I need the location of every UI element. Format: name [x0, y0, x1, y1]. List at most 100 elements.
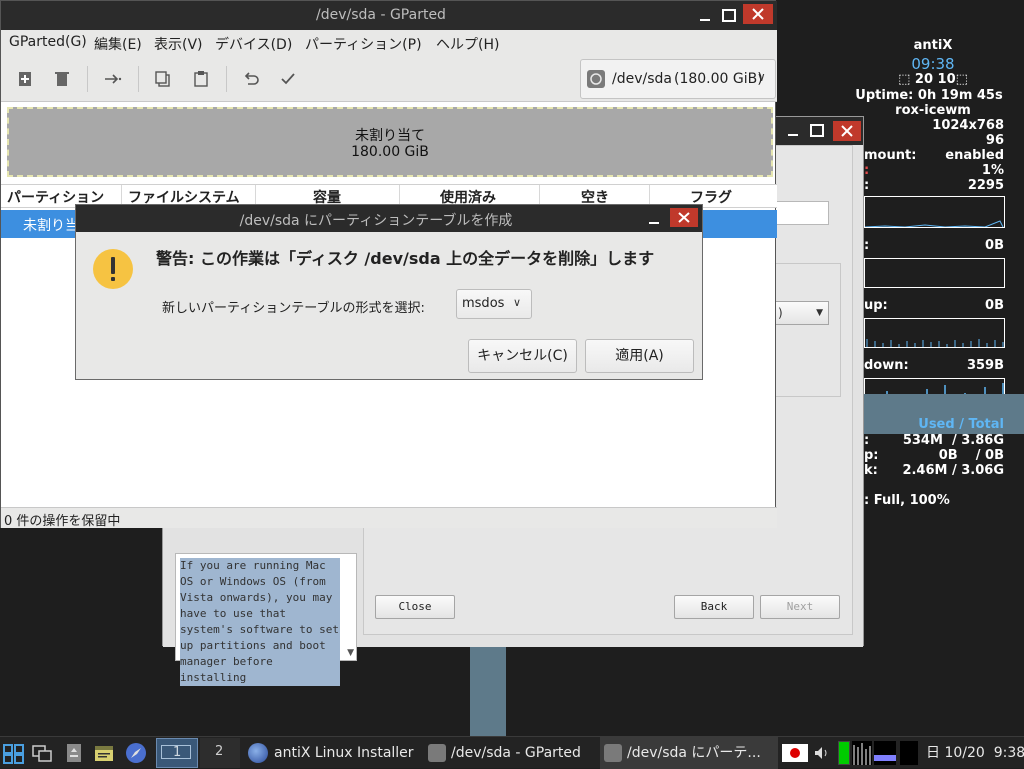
- conky-cpu-value: 1%: [981, 163, 1004, 178]
- toolbar-separator: [226, 66, 227, 92]
- conky-freq-value: 2295: [967, 178, 1004, 193]
- menu-gparted[interactable]: GParted(G): [9, 34, 87, 50]
- conky-resolution: 1024x768: [932, 118, 1004, 133]
- desktop-strip: [470, 645, 506, 737]
- conky-dpi: 96: [985, 133, 1004, 148]
- start-menu-icon[interactable]: [2, 741, 26, 765]
- maximize-icon[interactable]: [805, 122, 829, 140]
- next-button[interactable]: Next: [760, 595, 840, 619]
- mem-monitor-fill: [874, 755, 896, 761]
- workspace-2-label: 2: [215, 744, 224, 759]
- new-partition-icon[interactable]: [13, 67, 37, 91]
- conky-used-total: Used / Total: [918, 417, 1004, 432]
- device-size: (180.00 GiB): [674, 71, 763, 87]
- toolbar: /dev/sda (180.00 GiB) ∨: [1, 56, 777, 102]
- gparted-titlebar[interactable]: /dev/sda - GParted: [1, 1, 777, 30]
- paste-icon[interactable]: [189, 67, 213, 91]
- back-button[interactable]: Back: [674, 595, 754, 619]
- table-type-select[interactable]: msdos ∨: [456, 289, 532, 319]
- warning-icon: [92, 248, 134, 290]
- conky-uptime: Uptime: 0h 19m 45s: [855, 88, 1003, 103]
- conky-down-label: down:: [864, 358, 909, 373]
- installer-combo[interactable]: ) ▼: [775, 301, 829, 325]
- workspace-2[interactable]: 2: [200, 738, 240, 768]
- close-icon[interactable]: [833, 121, 861, 141]
- menu-device[interactable]: デバイス(D): [215, 34, 292, 54]
- conky-up-label: up:: [864, 298, 888, 313]
- conky-wm: rox-icewm: [895, 103, 971, 118]
- browser-icon[interactable]: [124, 741, 148, 765]
- conky-ram-value: 534M / 3.86G: [902, 433, 1004, 448]
- volume-icon[interactable]: [812, 744, 832, 762]
- close-button[interactable]: Close: [375, 595, 455, 619]
- conky-disk-label: :: [864, 238, 870, 253]
- minimize-icon[interactable]: [781, 122, 805, 140]
- installer-field[interactable]: [775, 201, 829, 225]
- harddisk-icon: [587, 70, 605, 88]
- workspace-preview: [161, 745, 191, 759]
- delete-icon[interactable]: [50, 67, 74, 91]
- task-installer[interactable]: antiX Linux Installer: [246, 737, 418, 769]
- japan-flag-icon[interactable]: [782, 744, 808, 762]
- show-desktop-icon[interactable]: [30, 741, 54, 765]
- installer-combo-value: ): [778, 306, 783, 320]
- conky-ram-label: :: [864, 433, 870, 448]
- device-name: /dev/sda: [612, 71, 672, 87]
- table-type-value: msdos: [462, 296, 505, 311]
- graph-size: 180.00 GiB: [351, 144, 429, 160]
- file-manager-icon[interactable]: [62, 741, 86, 765]
- conky-battery: : Full, 100%: [864, 493, 950, 508]
- conky-monitor: antiX 09:38 ⬚ 20 10⬚ Uptime: 0h 19m 45s …: [855, 36, 1024, 516]
- apply-button[interactable]: 適用(A): [585, 339, 694, 373]
- installer-app-icon: [248, 743, 268, 763]
- minimize-icon[interactable]: [693, 7, 717, 25]
- conky-date: ⬚ 20 10⬚: [898, 72, 968, 87]
- task-installer-label: antiX Linux Installer: [274, 745, 414, 761]
- device-selector[interactable]: /dev/sda (180.00 GiB) ∨: [580, 59, 776, 99]
- menu-help[interactable]: ヘルプ(H): [436, 34, 499, 54]
- toolbar-separator: [138, 66, 139, 92]
- menu-partition[interactable]: パーティション(P): [305, 34, 422, 54]
- editor-icon[interactable]: [92, 741, 116, 765]
- maximize-icon[interactable]: [717, 7, 741, 25]
- task-gparted-label: /dev/sda - GParted: [451, 745, 581, 761]
- conky-down-value: 359B: [966, 358, 1004, 373]
- minimize-icon[interactable]: [642, 210, 666, 228]
- menu-edit[interactable]: 編集(E): [94, 34, 142, 54]
- conky-automount-value: enabled: [945, 148, 1004, 163]
- conky-swap-value: 0B / 0B: [938, 448, 1004, 463]
- graph-label: 未割り当て: [355, 128, 425, 144]
- gparted-app-icon: [604, 744, 622, 762]
- task-dialog[interactable]: /dev/sda にパーテ...: [600, 737, 778, 769]
- taskbar: 1 2 antiX Linux Installer /dev/sda - GPa…: [0, 736, 1024, 769]
- cancel-button[interactable]: キャンセル(C): [468, 339, 577, 373]
- copy-icon[interactable]: [151, 67, 175, 91]
- menubar: GParted(G) 編集(E) 表示(V) デバイス(D) パーティション(P…: [1, 30, 777, 56]
- close-icon[interactable]: [743, 4, 773, 24]
- help-text-box[interactable]: If you are running Mac OS or Windows OS …: [175, 553, 357, 686]
- apply-icon[interactable]: [276, 67, 300, 91]
- disk-graph[interactable]: 未割り当て 180.00 GiB: [7, 107, 773, 177]
- clock[interactable]: 日 10/20 9:38: [926, 737, 1024, 769]
- task-gparted[interactable]: /dev/sda - GParted: [424, 737, 596, 769]
- menu-view[interactable]: 表示(V): [154, 34, 203, 54]
- conky-up-graph: [864, 318, 1005, 348]
- resize-move-icon[interactable]: [101, 67, 125, 91]
- dialog-titlebar[interactable]: /dev/sda にパーティションテーブルを作成: [76, 205, 702, 232]
- conky-cpu-marker: :: [864, 163, 870, 178]
- close-icon[interactable]: [670, 208, 698, 227]
- scroll-down-icon[interactable]: ▼: [347, 648, 354, 658]
- gparted-title: /dev/sda - GParted: [316, 7, 446, 23]
- conky-time: 09:38: [911, 55, 955, 73]
- conky-freq-label: :: [864, 178, 870, 193]
- cpu-monitor-icon: [838, 741, 850, 765]
- conky-hostname: antiX: [913, 38, 953, 53]
- create-partition-table-dialog[interactable]: /dev/sda にパーティションテーブルを作成 警告: この作業は「ディスク …: [75, 204, 703, 380]
- gparted-app-icon: [428, 744, 446, 762]
- undo-icon[interactable]: [239, 67, 263, 91]
- partition-name: 未割り当: [23, 218, 79, 234]
- dialog-title: /dev/sda にパーティションテーブルを作成: [239, 213, 513, 229]
- conky-automount-label: mount:: [864, 148, 917, 163]
- workspace-1[interactable]: 1: [156, 738, 198, 768]
- conky-up-value: 0B: [985, 298, 1004, 313]
